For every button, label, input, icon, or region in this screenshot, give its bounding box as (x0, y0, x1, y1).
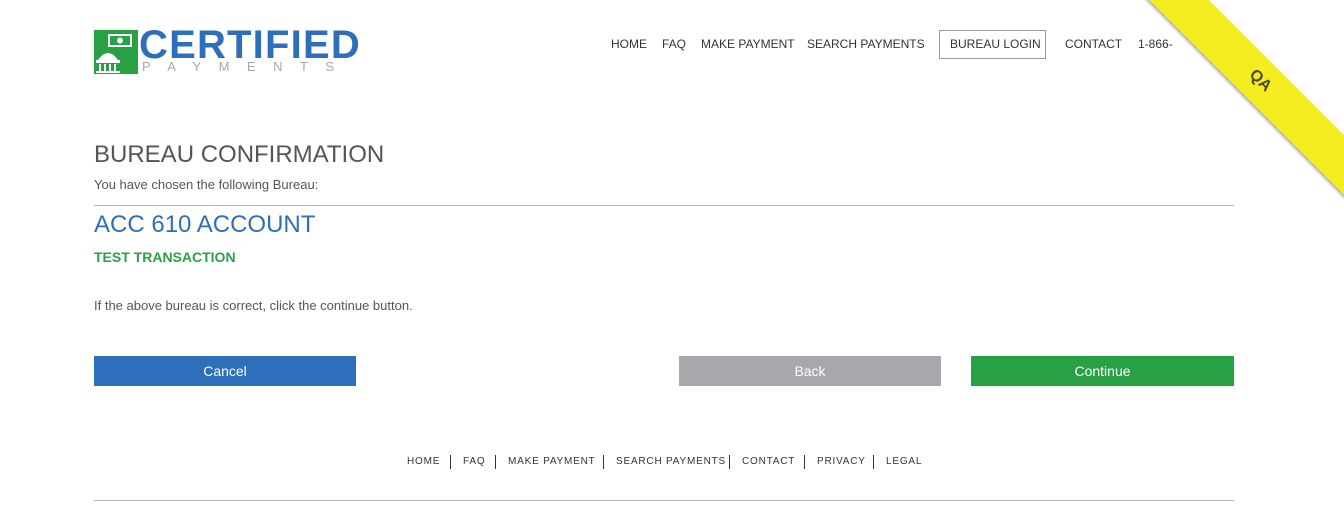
footer-separator (495, 455, 496, 469)
footer-legal[interactable]: LEGAL (886, 455, 922, 469)
footer-separator (603, 455, 604, 469)
nav-home[interactable]: HOME (611, 30, 647, 59)
back-button[interactable]: Back (679, 356, 941, 386)
continue-button[interactable]: Continue (971, 356, 1234, 386)
content-divider (94, 205, 1234, 206)
footer-privacy[interactable]: PRIVACY (817, 455, 866, 469)
bureau-name: ACC 610 ACCOUNT (94, 211, 316, 238)
footer-nav: HOME FAQ MAKE PAYMENT SEARCH PAYMENTS CO… (0, 455, 1344, 469)
cancel-button[interactable]: Cancel (94, 356, 356, 386)
footer-separator (804, 455, 805, 469)
footer-divider (94, 500, 1234, 501)
footer-separator (729, 455, 730, 469)
footer-faq[interactable]: FAQ (463, 455, 485, 469)
logo-tagline: PAYMENTS (142, 59, 352, 74)
footer-search-payments[interactable]: SEARCH PAYMENTS (616, 455, 726, 469)
bureau-detail: TEST TRANSACTION (94, 249, 236, 265)
main-nav: HOME FAQ MAKE PAYMENT SEARCH PAYMENTS BU… (0, 30, 1344, 59)
footer-contact[interactable]: CONTACT (742, 455, 795, 469)
instruction-text: If the above bureau is correct, click th… (94, 298, 413, 313)
footer-home[interactable]: HOME (407, 455, 440, 469)
nav-bureau-login[interactable]: BUREAU LOGIN (939, 30, 1046, 59)
nav-contact[interactable]: CONTACT (1065, 30, 1122, 59)
page-title: BUREAU CONFIRMATION (94, 141, 385, 168)
footer-separator (450, 455, 451, 469)
nav-faq[interactable]: FAQ (662, 30, 686, 59)
footer-separator (873, 455, 874, 469)
nav-make-payment[interactable]: MAKE PAYMENT (701, 30, 795, 59)
nav-search-payments[interactable]: SEARCH PAYMENTS (807, 30, 925, 59)
bureau-prompt-text: You have chosen the following Bureau: (94, 177, 319, 192)
footer-make-payment[interactable]: MAKE PAYMENT (508, 455, 596, 469)
nav-phone[interactable]: 1-866- (1138, 30, 1173, 59)
